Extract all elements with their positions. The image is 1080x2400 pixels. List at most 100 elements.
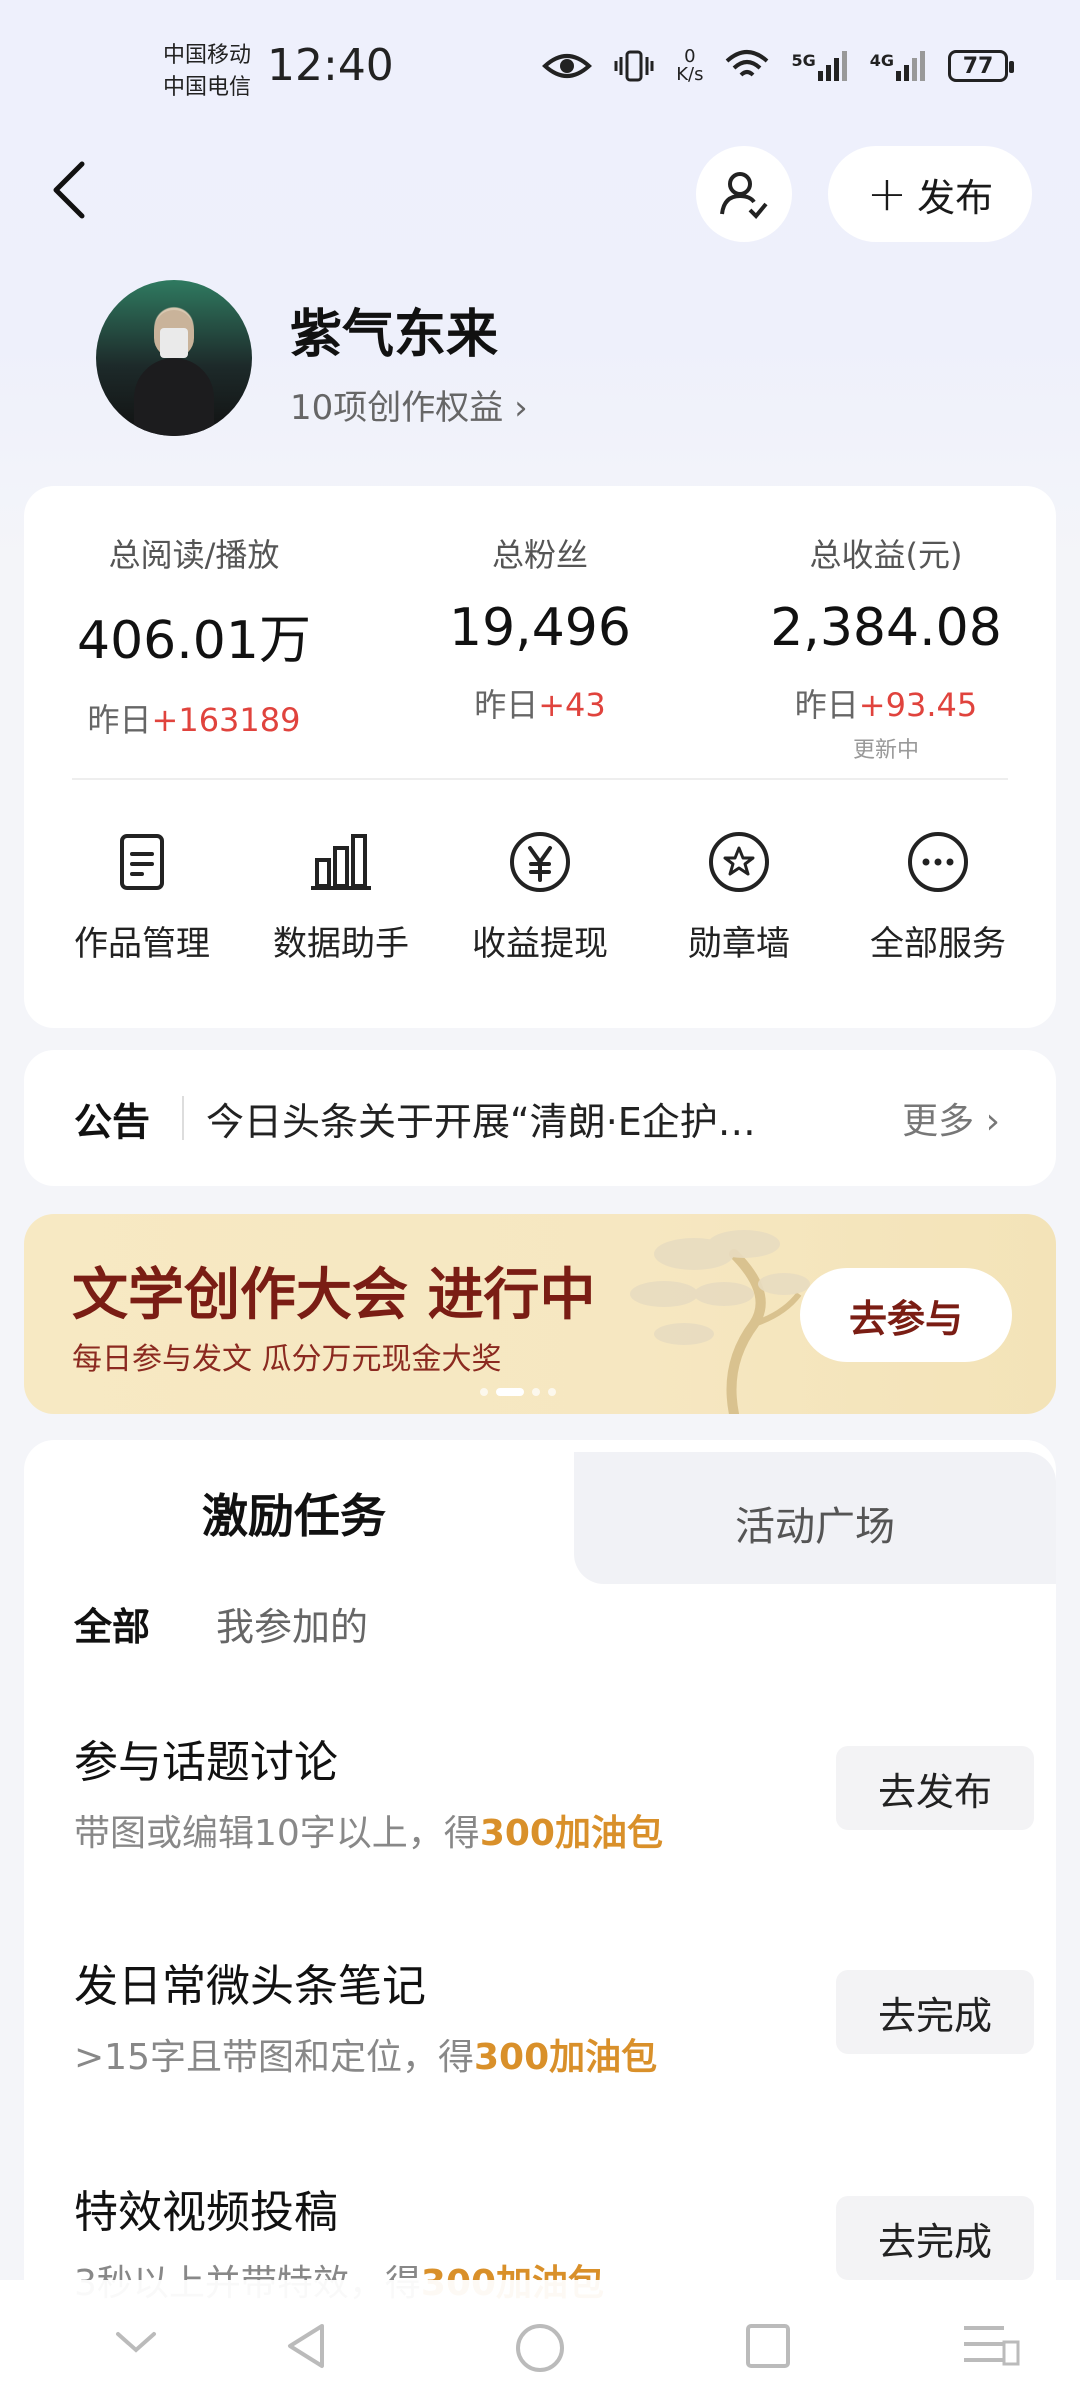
net-type-2: 4G xyxy=(869,51,894,70)
announcement-bar[interactable]: 公告 今日头条关于开展“清朗·E企护… 更多 › xyxy=(24,1050,1056,1186)
avatar[interactable] xyxy=(96,280,252,436)
signal-4g: 4G xyxy=(870,51,926,81)
system-nav-bar xyxy=(0,2280,1080,2400)
carousel-dots xyxy=(480,1388,556,1396)
service-withdraw-earnings[interactable]: 收益提现 xyxy=(440,826,640,965)
service-label: 数据助手 xyxy=(273,924,409,964)
service-all-services[interactable]: 全部服务 xyxy=(838,826,1038,965)
wifi-icon xyxy=(726,50,769,77)
announcement-tag: 公告 xyxy=(74,1099,151,1144)
stat-label: 总粉丝 xyxy=(491,536,588,574)
net-speed: 0 K/s xyxy=(676,48,703,84)
avatar-figure-body xyxy=(134,358,214,436)
service-data-assistant[interactable]: 数据助手 xyxy=(241,826,441,965)
carousel-dot xyxy=(480,1388,488,1396)
announcement-separator xyxy=(182,1096,184,1140)
announcement-text[interactable]: 今日头条关于开展“清朗·E企护… xyxy=(206,1091,756,1146)
stat-delta-value: +93.45 xyxy=(858,686,978,724)
stat-delta-prefix: 昨日 xyxy=(87,701,152,739)
signal-bars-icon xyxy=(817,51,847,81)
stat-delta: 昨日+43 xyxy=(390,680,690,726)
net-speed-unit: K/s xyxy=(676,64,704,85)
stat-value: 19,496 xyxy=(449,598,631,658)
task-action-button[interactable]: 去发布 xyxy=(836,1746,1034,1830)
stats-divider xyxy=(72,778,1008,780)
user-follow-button[interactable] xyxy=(696,146,792,242)
banner-subtitle: 每日参与发文 瓜分万元现金大奖 xyxy=(72,1342,502,1377)
yuan-icon xyxy=(510,832,570,892)
chevron-down-icon[interactable] xyxy=(112,2322,160,2362)
stat-total-fans[interactable]: 总粉丝 19,496 昨日+43 xyxy=(390,530,690,726)
status-icons: 0 K/s 5G 4G 77 xyxy=(542,48,1014,84)
nav-recents-icon[interactable] xyxy=(744,2322,792,2370)
task-item: 发日常微头条笔记 >15字且带图和定位，得300加油包 去完成 xyxy=(74,1950,1064,2090)
creator-rights-link[interactable]: 10项创作权益 › xyxy=(290,380,528,429)
filter-all[interactable]: 全部 xyxy=(74,1596,150,1651)
tab-incentive-tasks[interactable]: 激励任务 xyxy=(24,1440,584,1584)
net-type-1: 5G xyxy=(791,51,816,70)
service-label: 全部服务 xyxy=(870,924,1006,964)
join-button[interactable]: 去参与 xyxy=(800,1268,1012,1362)
stat-label: 总收益(元) xyxy=(809,536,963,574)
service-label: 收益提现 xyxy=(472,924,608,964)
stat-delta-value: +163189 xyxy=(151,701,301,739)
back-arrow-icon[interactable] xyxy=(50,160,90,220)
medal-icon xyxy=(709,832,769,892)
document-icon xyxy=(120,834,164,890)
stat-update-note: 更新中 xyxy=(852,738,919,763)
vibrate-icon xyxy=(614,50,654,82)
stat-delta: 昨日+163189 xyxy=(44,695,344,741)
status-bar: 中国移动 中国电信 12:40 0 K/s 5G 4G 77 xyxy=(0,0,1080,140)
publish-button[interactable]: + 发布 xyxy=(828,146,1032,242)
task-desc-text: 带图或编辑10字以上，得 xyxy=(74,1813,480,1854)
publish-label: 发布 xyxy=(917,175,994,220)
stat-value: 2,384.08 xyxy=(770,598,1002,658)
bar-chart-icon xyxy=(311,834,371,890)
signal-bars-icon xyxy=(896,51,925,81)
stat-delta-prefix: 昨日 xyxy=(794,686,859,724)
battery-level: 77 xyxy=(962,53,994,79)
task-action-button[interactable]: 去完成 xyxy=(836,1970,1034,2054)
profile-name: 紫气东来 xyxy=(290,305,499,365)
carrier-labels: 中国移动 中国电信 xyxy=(163,40,251,104)
service-medal-wall[interactable]: 勋章墙 xyxy=(639,826,839,965)
carrier-1: 中国移动 xyxy=(163,43,252,68)
battery-indicator: 77 xyxy=(948,50,1014,82)
pine-tree-decoration xyxy=(630,1230,810,1414)
eye-icon xyxy=(542,54,593,78)
stat-total-reads[interactable]: 总阅读/播放 406.01万 昨日+163189 xyxy=(44,530,344,741)
service-label: 勋章墙 xyxy=(688,924,790,964)
nav-home-icon[interactable] xyxy=(514,2322,566,2374)
more-icon xyxy=(908,832,968,892)
tab-label: 活动广场 xyxy=(735,1504,895,1550)
service-label: 作品管理 xyxy=(74,924,210,964)
carousel-dot xyxy=(532,1388,540,1396)
task-desc-text: >15字且带图和定位，得 xyxy=(74,2037,474,2078)
task-reward: 300加油包 xyxy=(479,1813,663,1854)
task-action-button[interactable]: 去完成 xyxy=(836,2196,1034,2280)
tab-activity-square[interactable]: 活动广场 xyxy=(574,1452,1056,1584)
service-works-management[interactable]: 作品管理 xyxy=(42,826,242,965)
carrier-2: 中国电信 xyxy=(163,75,252,100)
carousel-dot xyxy=(548,1388,556,1396)
carousel-dot-active xyxy=(496,1388,524,1396)
stat-delta-value: +43 xyxy=(538,686,606,724)
tab-label: 激励任务 xyxy=(202,1489,386,1543)
stat-delta: 昨日+93.45 xyxy=(736,680,1036,726)
user-check-icon xyxy=(720,172,768,219)
nav-menu-icon[interactable] xyxy=(960,2322,1020,2366)
stat-label: 总阅读/播放 xyxy=(108,536,280,574)
avatar-figure-phone xyxy=(160,328,188,358)
announcement-more-link[interactable]: 更多 › xyxy=(902,1092,1000,1144)
nav-back-icon[interactable] xyxy=(282,2322,330,2370)
stat-total-earnings[interactable]: 总收益(元) 2,384.08 昨日+93.45 更新中 xyxy=(736,530,1036,764)
signal-5g: 5G xyxy=(791,51,847,81)
stats-card: 总阅读/播放 406.01万 昨日+163189 总粉丝 19,496 昨日+4… xyxy=(24,486,1056,1028)
banner-title: 文学创作大会 进行中 xyxy=(72,1263,596,1328)
stat-delta-prefix: 昨日 xyxy=(474,686,539,724)
plus-icon: + xyxy=(866,166,908,222)
task-item: 参与话题讨论 带图或编辑10字以上，得300加油包 去发布 xyxy=(74,1726,1064,1866)
filter-joined[interactable]: 我参加的 xyxy=(216,1596,368,1651)
task-reward: 300加油包 xyxy=(473,2037,658,2078)
promo-banner[interactable]: 文学创作大会 进行中 每日参与发文 瓜分万元现金大奖 去参与 xyxy=(24,1214,1056,1414)
